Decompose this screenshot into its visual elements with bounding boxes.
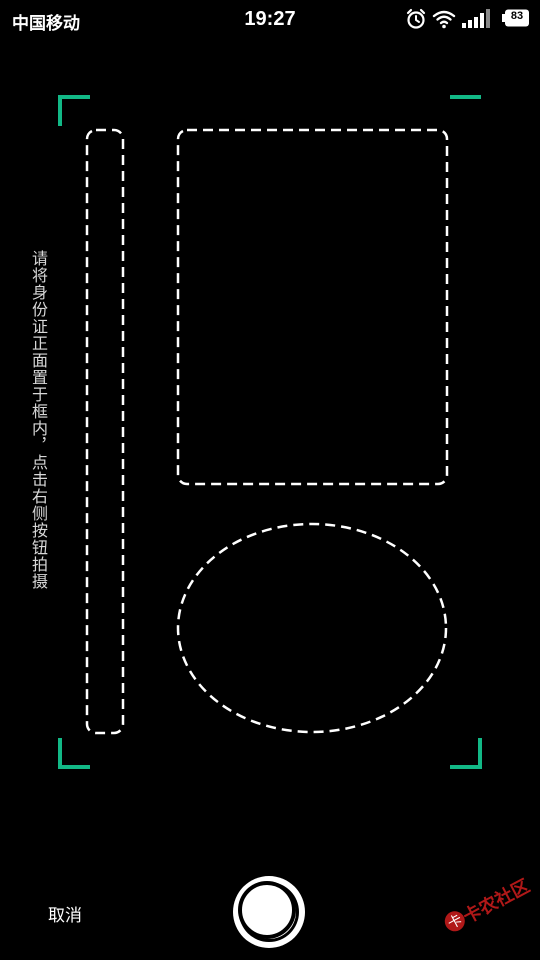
camera-guide-overlay <box>58 95 482 769</box>
corner-top-left <box>58 95 90 126</box>
camera-hint-text: 请将身份证正面置于框内，点击右侧按钮拍摄 <box>29 250 48 590</box>
cancel-button[interactable]: 取消 <box>48 901 82 926</box>
shutter-icon <box>234 877 304 947</box>
corner-bottom-right <box>450 738 482 769</box>
corner-bottom-left <box>58 738 90 769</box>
shutter-button[interactable] <box>233 876 305 948</box>
id-photo-guide <box>176 128 449 486</box>
emblem-guide <box>176 522 448 734</box>
id-number-strip-guide <box>85 128 125 735</box>
